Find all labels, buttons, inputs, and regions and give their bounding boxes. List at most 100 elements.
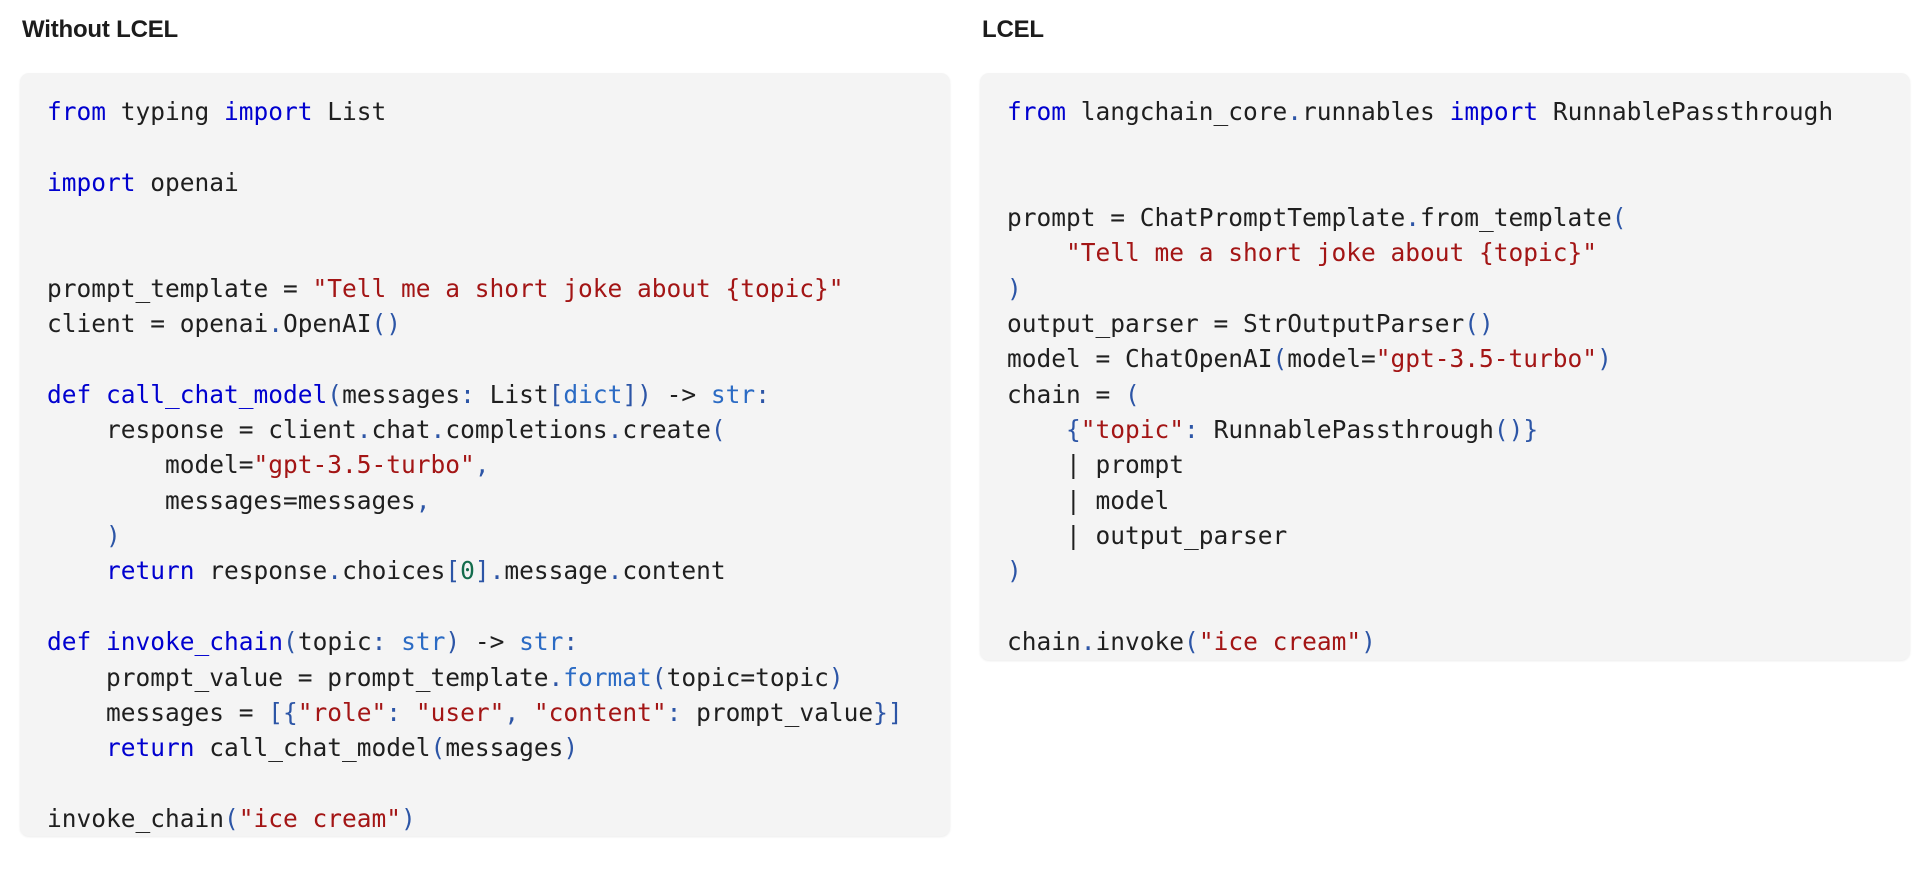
code-token-code-text [47, 733, 106, 762]
code-token-code-text [47, 556, 106, 585]
code-token-code-text: topic [297, 627, 372, 657]
code-line: def invoke_chain(topic: str) -> str: [47, 624, 924, 659]
code-token-code-text [47, 521, 106, 550]
code-token-code-text: model = ChatOpenAI [1007, 344, 1273, 374]
code-token-code-text: output_parser = StrOutputParser [1007, 309, 1465, 339]
code-token-code-text: chat [371, 415, 431, 445]
code-line: invoke_chain("ice cream") [47, 801, 924, 836]
code-token-keyword: def [47, 627, 92, 657]
code-line: return response.choices[0].message.conte… [47, 553, 924, 588]
code-token-punctuation: ( [1611, 203, 1627, 233]
code-token-builtin: format [563, 662, 652, 692]
code-token-code-text [91, 627, 106, 656]
code-token-code-text [91, 380, 106, 409]
code-token-punctuation: . [607, 556, 623, 586]
lcel-code-block[interactable]: from langchain_core.runnables import Run… [980, 73, 1910, 660]
lcel-title: LCEL [982, 16, 1044, 43]
code-token-code-text: invoke_chain [47, 803, 225, 833]
code-token-code-text: messages = [47, 697, 269, 727]
code-token-punctuation: ) [106, 521, 121, 551]
code-token-code-text: model= [1287, 344, 1376, 374]
code-token-code-text: response [194, 556, 328, 586]
code-token-code-text: prompt_value = prompt_template [47, 662, 549, 692]
code-line: from langchain_core.runnables import Run… [1007, 94, 1884, 129]
code-token-code-text [386, 627, 401, 656]
without-lcel-code-block[interactable]: from typing import List import openai prom… [20, 73, 950, 837]
lcel-code: from langchain_core.runnables import Run… [1007, 94, 1884, 660]
code-token-keyword: from [1007, 97, 1067, 126]
code-token-punctuation: [ [445, 556, 461, 586]
code-token-punctuation: . [1080, 627, 1096, 657]
code-token-punctuation: ( [1184, 627, 1199, 657]
code-token-code-text: List [474, 379, 549, 409]
code-token-code-text: runnables [1302, 97, 1450, 126]
code-line: | prompt [1007, 447, 1884, 482]
code-line: prompt_value = prompt_template.format(to… [47, 660, 924, 695]
code-token-code-text: chain [1007, 627, 1081, 657]
code-token-code-text: openai [135, 167, 239, 197]
code-token-punctuation: { [1066, 415, 1081, 445]
code-token-punctuation: ( [710, 415, 726, 445]
code-token-string: "user" [415, 697, 505, 727]
code-token-code-text: choices [342, 556, 446, 586]
code-token-code-text: | model [1007, 485, 1170, 515]
code-token-punctuation: () [1464, 309, 1494, 339]
code-token-punctuation: : [1184, 415, 1199, 445]
code-token-punctuation: ( [327, 379, 343, 409]
code-token-keyword: from [47, 97, 107, 126]
code-token-code-text: topic=topic [666, 662, 829, 692]
code-line: def call_chat_model(messages: List[dict]… [47, 377, 924, 412]
code-token-code-text: response = client [47, 415, 357, 445]
code-token-string: "Tell me a short joke about {topic}" [1066, 238, 1598, 268]
code-token-punctuation: ()} [1493, 415, 1539, 445]
code-token-punctuation: . [489, 556, 505, 586]
code-token-keyword: import [224, 97, 313, 126]
code-token-punctuation: . [607, 415, 623, 445]
code-line: model = ChatOpenAI(model="gpt-3.5-turbo"… [1007, 341, 1884, 376]
code-token-string: "topic" [1080, 415, 1185, 445]
code-token-punctuation: : [460, 379, 475, 409]
code-token-code-text: | prompt [1007, 450, 1185, 480]
code-token-code-text [401, 698, 416, 727]
code-token-punctuation: [ [548, 379, 564, 409]
code-token-punctuation: ) [563, 733, 579, 763]
code-token-string: "Tell me a short joke about {topic}" [312, 273, 844, 303]
code-token-punctuation: : [666, 697, 682, 727]
code-token-punctuation: ) [445, 627, 461, 657]
code-line: messages=messages, [47, 483, 924, 518]
code-token-string: "ice cream" [238, 803, 402, 833]
code-token-punctuation: : [755, 379, 770, 409]
code-token-punctuation: : [563, 627, 579, 657]
code-token-code-text: | output_parser [1007, 521, 1288, 551]
code-line: ) [47, 518, 924, 553]
code-token-code-text: prompt_template = [47, 273, 313, 303]
code-token-code-text: chain = [1007, 379, 1126, 409]
code-token-code-text [519, 698, 534, 727]
code-token-string: "gpt-3.5-turbo" [1375, 344, 1598, 374]
code-token-punctuation: ( [1125, 379, 1140, 409]
code-token-punctuation: [{ [268, 697, 298, 727]
code-token-punctuation: ) [1597, 344, 1612, 374]
code-token-builtin: str [710, 379, 756, 409]
code-token-code-text: RunnablePassthrough [1198, 415, 1494, 445]
code-token-punctuation: . [327, 556, 343, 586]
code-line: messages = [{"role": "user", "content": … [47, 695, 924, 730]
code-token-punctuation: ) [1007, 273, 1022, 303]
code-line: ) [1007, 553, 1884, 588]
code-token-code-text: typing [106, 97, 225, 126]
code-token-punctuation: ) [1361, 627, 1376, 657]
code-token-string: "gpt-3.5-turbo" [253, 450, 475, 480]
code-line: | model [1007, 483, 1884, 518]
code-token-punctuation: ( [651, 662, 667, 692]
code-token-string: "ice cream" [1198, 627, 1362, 657]
code-token-keyword: def [47, 379, 92, 409]
code-line: return call_chat_model(messages) [47, 730, 924, 765]
code-token-punctuation: ( [430, 733, 446, 763]
code-line: response = client.chat.completions.creat… [47, 412, 924, 447]
